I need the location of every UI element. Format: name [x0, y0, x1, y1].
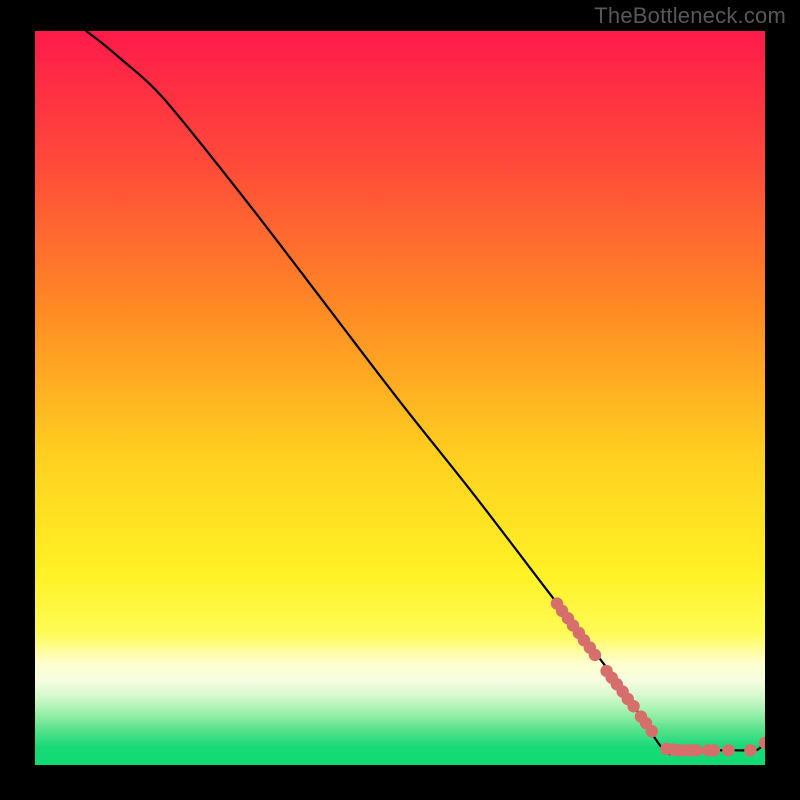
- data-marker: [627, 700, 639, 712]
- data-marker: [690, 744, 702, 756]
- data-marker: [589, 649, 601, 661]
- gradient-background: [35, 31, 765, 765]
- data-marker: [722, 744, 734, 756]
- data-marker: [646, 725, 658, 737]
- data-marker: [708, 744, 720, 756]
- chart-svg: [35, 31, 765, 765]
- data-marker: [744, 744, 756, 756]
- chart-plot-area: [35, 31, 765, 765]
- attribution-text: TheBottleneck.com: [594, 3, 786, 29]
